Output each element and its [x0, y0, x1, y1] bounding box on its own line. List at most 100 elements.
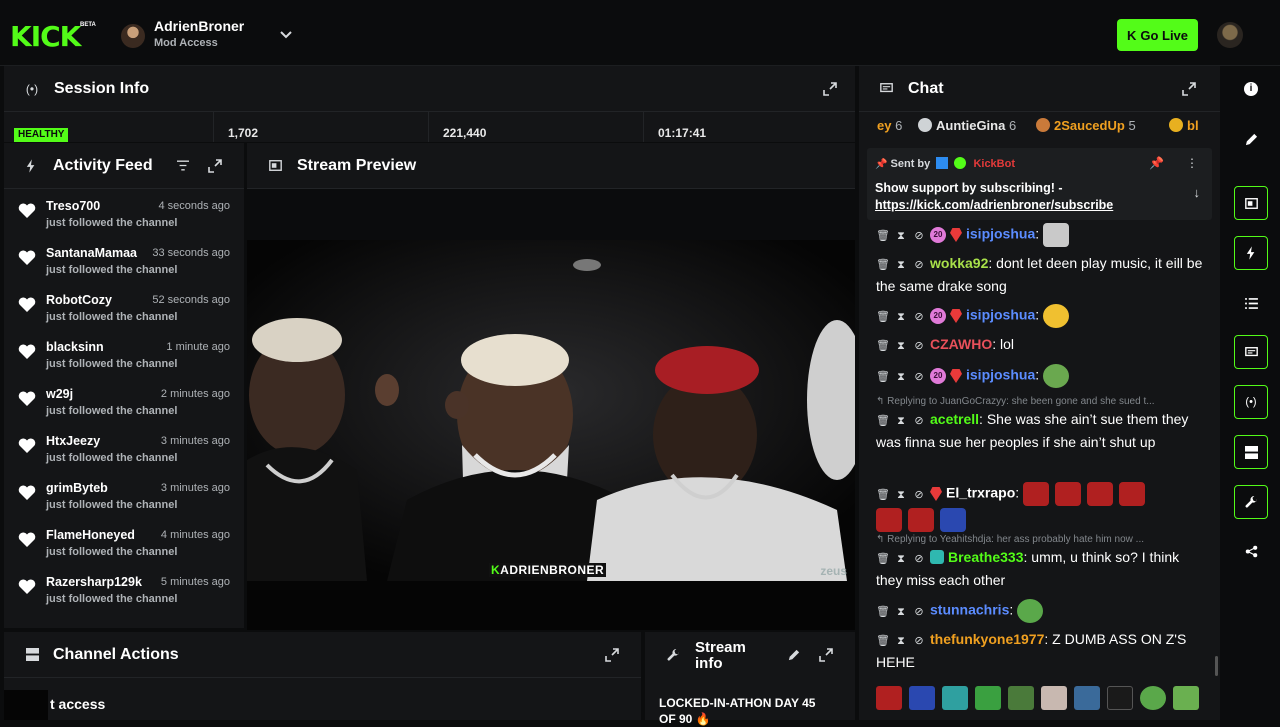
expand-icon[interactable] — [823, 82, 837, 96]
list-item[interactable]: blacksinn 1 minute ago just followed the… — [4, 336, 244, 383]
chat-message[interactable]: 🗑 ⧗ ⊘ stunnachris: — [876, 599, 1206, 623]
emote[interactable] — [1041, 686, 1067, 710]
ban-icon: ⊘ — [914, 635, 924, 647]
chat-message[interactable]: 🗑 ⧗ ⊘ Breathe333: umm, u think so? I think … — [876, 547, 1206, 591]
gift-leaderboard: ey 6 AuntieGina 6 2SaucedUp 5 bl — [859, 116, 1220, 136]
activity-text: just followed the channel — [46, 546, 178, 558]
list-item[interactable]: grimByteb 3 minutes ago just followed th… — [4, 477, 244, 524]
list-toggle[interactable] — [1234, 286, 1268, 320]
emote[interactable] — [876, 686, 902, 710]
kick-logo[interactable]: KICK — [10, 20, 81, 53]
account-avatar[interactable] — [121, 24, 145, 48]
follower-name[interactable]: Treso700 — [46, 199, 100, 213]
lightning-icon — [26, 158, 35, 173]
delete-icon: 🗑 — [876, 229, 890, 242]
filter-icon[interactable] — [177, 160, 189, 171]
channel-actions-toggle[interactable] — [1234, 435, 1268, 469]
emote[interactable] — [975, 686, 1001, 710]
timestamp: 4 minutes ago — [160, 529, 230, 541]
edit-layout-button[interactable] — [1234, 122, 1268, 156]
delete-icon: 🗑 — [876, 635, 890, 647]
info-button[interactable]: i — [1234, 72, 1268, 106]
expand-icon[interactable] — [605, 648, 619, 662]
share-button[interactable] — [1234, 534, 1268, 568]
chat-message[interactable]: 🗑 ⧗ ⊘ acetrell: She was she ain’t sue them … — [876, 409, 1206, 453]
followers-cell: 221,440 — [429, 112, 644, 142]
follower-name[interactable]: blacksinn — [46, 340, 104, 354]
stream-preview-toggle[interactable] — [1234, 186, 1268, 220]
timeout-icon: ⧗ — [897, 370, 905, 383]
chat-message[interactable]: 🗑 ⧗ ⊘ 20 isipjoshua: — [876, 364, 1206, 388]
session-info-toggle[interactable]: (•) — [1234, 385, 1268, 419]
chat-scrollbar[interactable] — [1215, 656, 1218, 676]
timestamp: 4 seconds ago — [158, 200, 230, 212]
timeout-icon: ⧗ — [897, 340, 905, 352]
wrench-icon — [1245, 495, 1257, 508]
chat-title: Chat — [908, 79, 944, 97]
chat-header: Chat — [859, 66, 1220, 112]
stream-info-title: Stream info — [695, 639, 746, 672]
user-avatar[interactable] — [1217, 22, 1243, 48]
leaderboard-item[interactable]: AuntieGina 6 — [918, 118, 1016, 133]
chat-message[interactable]: 🗑 ⧗ ⊘ thefunkyone1977: Z DUMB ASS ON Z'S HE… — [876, 629, 1206, 673]
follower-name[interactable]: SantanaMamaa — [46, 246, 137, 260]
emote[interactable] — [1173, 686, 1199, 710]
chat-message[interactable]: 🗑 ⧗ ⊘ wokka92: dont let deen play music, it… — [876, 253, 1206, 297]
stream-info-toggle[interactable] — [1234, 485, 1268, 519]
ban-icon: ⊘ — [914, 415, 924, 427]
activity-feed-toggle[interactable] — [1234, 236, 1268, 270]
emote[interactable] — [909, 686, 935, 710]
chat-message[interactable]: 🗑 ⧗ ⊘ 20 isipjoshua: — [876, 223, 1206, 247]
go-live-button[interactable]: K Go Live — [1117, 19, 1198, 51]
list-item[interactable]: SantanaMamaa 33 seconds ago just followe… — [4, 242, 244, 289]
follower-name[interactable]: FlameHoneyed — [46, 528, 135, 542]
leaderboard-item[interactable]: ey 6 — [877, 118, 902, 133]
emote[interactable] — [1140, 686, 1166, 710]
video-player[interactable]: KADRIENBRONER zeus — [247, 240, 855, 581]
channel-actions-title: Channel Actions — [53, 645, 179, 663]
follower-name[interactable]: RobotCozy — [46, 293, 112, 307]
reply-context[interactable]: ↰ Replying to Yeahitshdja: her ass proba… — [876, 534, 1144, 545]
emote[interactable] — [1107, 686, 1133, 710]
chat-message[interactable]: 🗑 ⧗ ⊘ CZAWHO: lol — [876, 334, 1206, 357]
list-item[interactable]: Razersharp129k 5 minutes ago just follow… — [4, 571, 244, 618]
pinned-message[interactable]: 📌 Sent by KickBot 📌 ⋮ Show support by su… — [867, 148, 1212, 220]
chat-message[interactable]: 🗑 ⧗ ⊘ El_trxrapo: — [876, 482, 1206, 532]
expand-icon[interactable] — [819, 648, 833, 662]
pinned-controls: 📌 ⋮ — [1149, 156, 1198, 170]
account-name[interactable]: AdrienBroner — [154, 18, 244, 34]
chat-panel: Chat ey 6 AuntieGina 6 2SaucedUp 5 bl 📌 … — [859, 66, 1220, 720]
follower-name[interactable]: HtxJeezy — [46, 434, 100, 448]
leaderboard-item[interactable]: 2SaucedUp 5 — [1036, 118, 1136, 133]
expand-icon[interactable] — [1182, 82, 1196, 96]
follower-name[interactable]: grimByteb — [46, 481, 108, 495]
arrow-down-icon[interactable]: ↓ — [1194, 185, 1201, 200]
ban-icon: ⊘ — [914, 340, 924, 352]
expand-icon[interactable] — [208, 159, 222, 173]
more-options-icon[interactable]: ⋮ — [1186, 156, 1198, 170]
stream-info-panel: Stream info LOCKED-IN-ATHON DAY 45 OF 90… — [645, 632, 855, 726]
action-item-label[interactable]: t access — [50, 696, 105, 712]
emote — [1043, 304, 1070, 328]
follower-name[interactable]: Razersharp129k — [46, 575, 142, 589]
emote[interactable] — [1074, 686, 1100, 710]
emote[interactable] — [942, 686, 968, 710]
list-item[interactable]: w29j 2 minutes ago just followed the cha… — [4, 383, 244, 430]
unpin-icon[interactable]: 📌 — [1149, 156, 1164, 170]
reply-context[interactable]: ↰ Replying to JuanGoCrazyy: she been gon… — [876, 396, 1155, 407]
list-item[interactable]: HtxJeezy 3 minutes ago just followed the… — [4, 430, 244, 477]
chat-message[interactable]: 🗑 ⧗ ⊘ 20 isipjoshua: — [876, 304, 1206, 328]
delete-icon: 🗑 — [876, 488, 890, 501]
leaderboard-item[interactable]: bl — [1169, 118, 1199, 133]
follower-name[interactable]: w29j — [46, 387, 73, 401]
list-item[interactable]: Treso700 4 seconds ago just followed the… — [4, 195, 244, 242]
subscribe-link[interactable]: https://kick.com/adrienbroner/subscribe — [875, 197, 1113, 214]
chevron-down-icon[interactable] — [278, 26, 294, 42]
emote — [1043, 223, 1070, 247]
timeout-icon: ⧗ — [897, 635, 905, 647]
emote[interactable] — [1008, 686, 1034, 710]
edit-icon[interactable] — [788, 649, 800, 661]
list-item[interactable]: RobotCozy 52 seconds ago just followed t… — [4, 289, 244, 336]
list-item[interactable]: FlameHoneyed 4 minutes ago just followed… — [4, 524, 244, 571]
chat-toggle[interactable] — [1234, 335, 1268, 369]
